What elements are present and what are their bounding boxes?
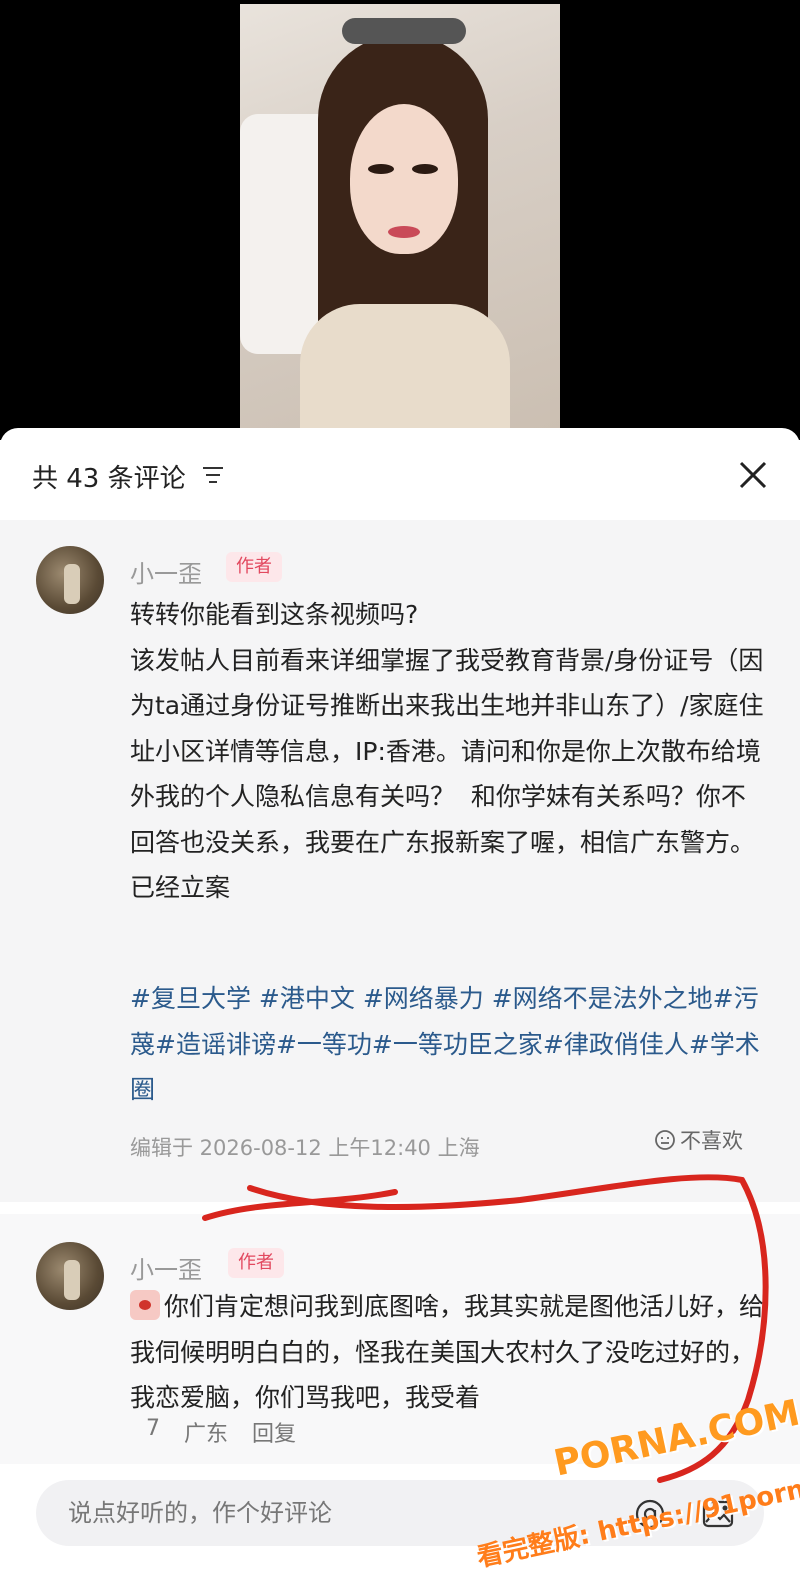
video-frame[interactable] [240, 4, 560, 430]
video-eye-right [412, 164, 438, 174]
author-badge: 作者 [226, 552, 282, 582]
comment-sheet-header: 共 43 条评论 [0, 428, 800, 520]
avatar[interactable] [36, 1242, 104, 1310]
comment-location: 广东 [184, 1422, 229, 1447]
sort-icon[interactable] [202, 466, 224, 484]
video-lips [388, 226, 420, 238]
comment-sheet: 共 43 条评论 小一歪 作者 转转你能看到这条视频吗? 该发帖人目前看来详细掌… [0, 428, 800, 1563]
comment-meta: 7 广东 回复 [146, 1416, 296, 1448]
dislike-button[interactable]: 不喜欢 [654, 1125, 743, 1155]
comment-item: 小一歪 作者 转转你能看到这条视频吗? 该发帖人目前看来详细掌握了我受教育背景/… [0, 520, 800, 1202]
hashtag-link[interactable]: #港中文 [259, 984, 355, 1013]
hashtag-link[interactable]: #网络暴力 [363, 984, 484, 1013]
dislike-icon [655, 1130, 675, 1150]
username[interactable]: 小一歪 [130, 1250, 202, 1285]
reply-button[interactable]: 回复 [252, 1416, 296, 1448]
comment-input-bar [36, 1480, 764, 1546]
hashtag-list: #复旦大学 #港中文 #网络暴力 #网络不是法外之地#污蔑#造谣诽谤#一等功#一… [130, 976, 770, 1113]
author-badge: 作者 [228, 1248, 284, 1278]
comment-text: 你们肯定想问我到底图啥，我其实就是图他活儿好，给我伺候明明白白的，怪我在美国大农… [130, 1284, 770, 1421]
dislike-label: 不喜欢 [680, 1129, 743, 1153]
comment-count: 共 43 条评论 [32, 464, 186, 494]
comment-meta: 编辑于 2026-08-12 上午12:40 上海 [130, 1136, 480, 1160]
image-icon[interactable] [700, 1496, 736, 1532]
video-body [300, 304, 510, 430]
hashtag-link[interactable]: #复旦大学 [130, 984, 251, 1013]
comment-input[interactable] [66, 1492, 610, 1534]
close-icon[interactable] [736, 458, 770, 492]
hashtag-link[interactable]: #一等功臣之家 [372, 1030, 543, 1059]
comment-text-body: 你们肯定想问我到底图啥，我其实就是图他活儿好，给我伺候明明白白的，怪我在美国大农… [130, 1292, 765, 1412]
mention-icon[interactable] [632, 1496, 668, 1532]
avatar[interactable] [36, 546, 104, 614]
comment-text: 转转你能看到这条视频吗? 该发帖人目前看来详细掌握了我受教育背景/身份证号（因为… [130, 600, 764, 902]
hashtag-link[interactable]: #网络不是法外之地 [492, 984, 713, 1013]
hashtag-link[interactable]: #律政俏佳人 [543, 1030, 689, 1059]
hashtag-link[interactable]: #造谣诽谤 [155, 1030, 276, 1059]
username[interactable]: 小一歪 [130, 554, 202, 589]
video-eye-left [368, 164, 394, 174]
comment-date: 7 [146, 1416, 160, 1441]
hashtag-link[interactable]: #一等功 [276, 1030, 372, 1059]
scream-emoji-icon [130, 1290, 160, 1320]
video-sunglasses [342, 18, 466, 44]
video-backdrop [0, 0, 800, 440]
comment-item: 小一歪 作者 你们肯定想问我到底图啥，我其实就是图他活儿好，给我伺候明明白白的，… [0, 1214, 800, 1464]
